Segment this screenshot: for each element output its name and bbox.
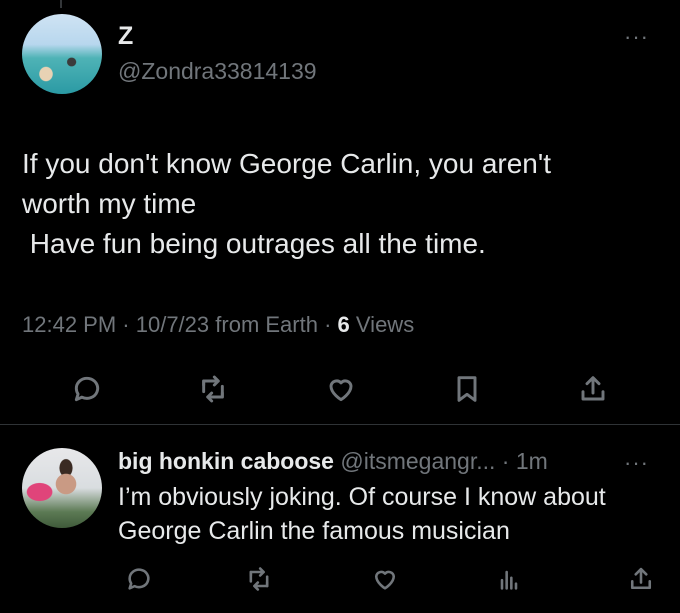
retweet-icon[interactable] bbox=[194, 370, 232, 408]
main-tweet: Z @Zondra33814139 ··· If you don't know … bbox=[0, 0, 680, 424]
avatar[interactable] bbox=[22, 14, 102, 94]
view-count: 6 bbox=[337, 312, 350, 337]
reply-author-name[interactable]: big honkin caboose bbox=[118, 448, 334, 474]
tweet-time[interactable]: 12:42 PM bbox=[22, 312, 116, 337]
like-icon[interactable] bbox=[366, 560, 404, 598]
views-icon[interactable] bbox=[490, 560, 528, 598]
views-label: Views bbox=[355, 312, 415, 337]
divider bbox=[0, 424, 680, 425]
tweet-meta: 12:42 PM · 10/7/23 from Earth · 6 Views bbox=[22, 312, 414, 338]
reply-author-handle[interactable]: @itsmegangr... bbox=[340, 448, 495, 474]
meta-separator: · bbox=[116, 312, 136, 337]
tweet-actions bbox=[0, 364, 680, 414]
tweet-date[interactable]: 10/7/23 bbox=[136, 312, 209, 337]
bookmark-icon[interactable] bbox=[448, 370, 486, 408]
reply-avatar[interactable] bbox=[22, 448, 102, 528]
more-options-icon[interactable]: ··· bbox=[624, 24, 649, 50]
like-icon[interactable] bbox=[322, 370, 360, 408]
retweet-icon[interactable] bbox=[240, 560, 278, 598]
reply-icon[interactable] bbox=[68, 370, 106, 408]
reply-actions bbox=[0, 560, 680, 600]
share-icon[interactable] bbox=[622, 560, 660, 598]
reply-separator: · bbox=[495, 448, 516, 474]
meta-separator: · bbox=[317, 312, 338, 337]
author-handle[interactable]: @Zondra33814139 bbox=[118, 58, 317, 85]
reply-more-options-icon[interactable]: ··· bbox=[624, 450, 649, 476]
share-icon[interactable] bbox=[574, 370, 612, 408]
reply-text: I’m obviously joking. Of course I know a… bbox=[118, 483, 606, 545]
tweet-source: from Earth bbox=[215, 312, 318, 337]
tweet-text: If you don't know George Carlin, you are… bbox=[22, 148, 551, 259]
reply-icon[interactable] bbox=[120, 560, 158, 598]
reply-time[interactable]: 1m bbox=[516, 448, 548, 474]
reply-header: big honkin caboose @itsmegangr... · 1m bbox=[118, 448, 548, 475]
author-name[interactable]: Z bbox=[118, 22, 133, 51]
